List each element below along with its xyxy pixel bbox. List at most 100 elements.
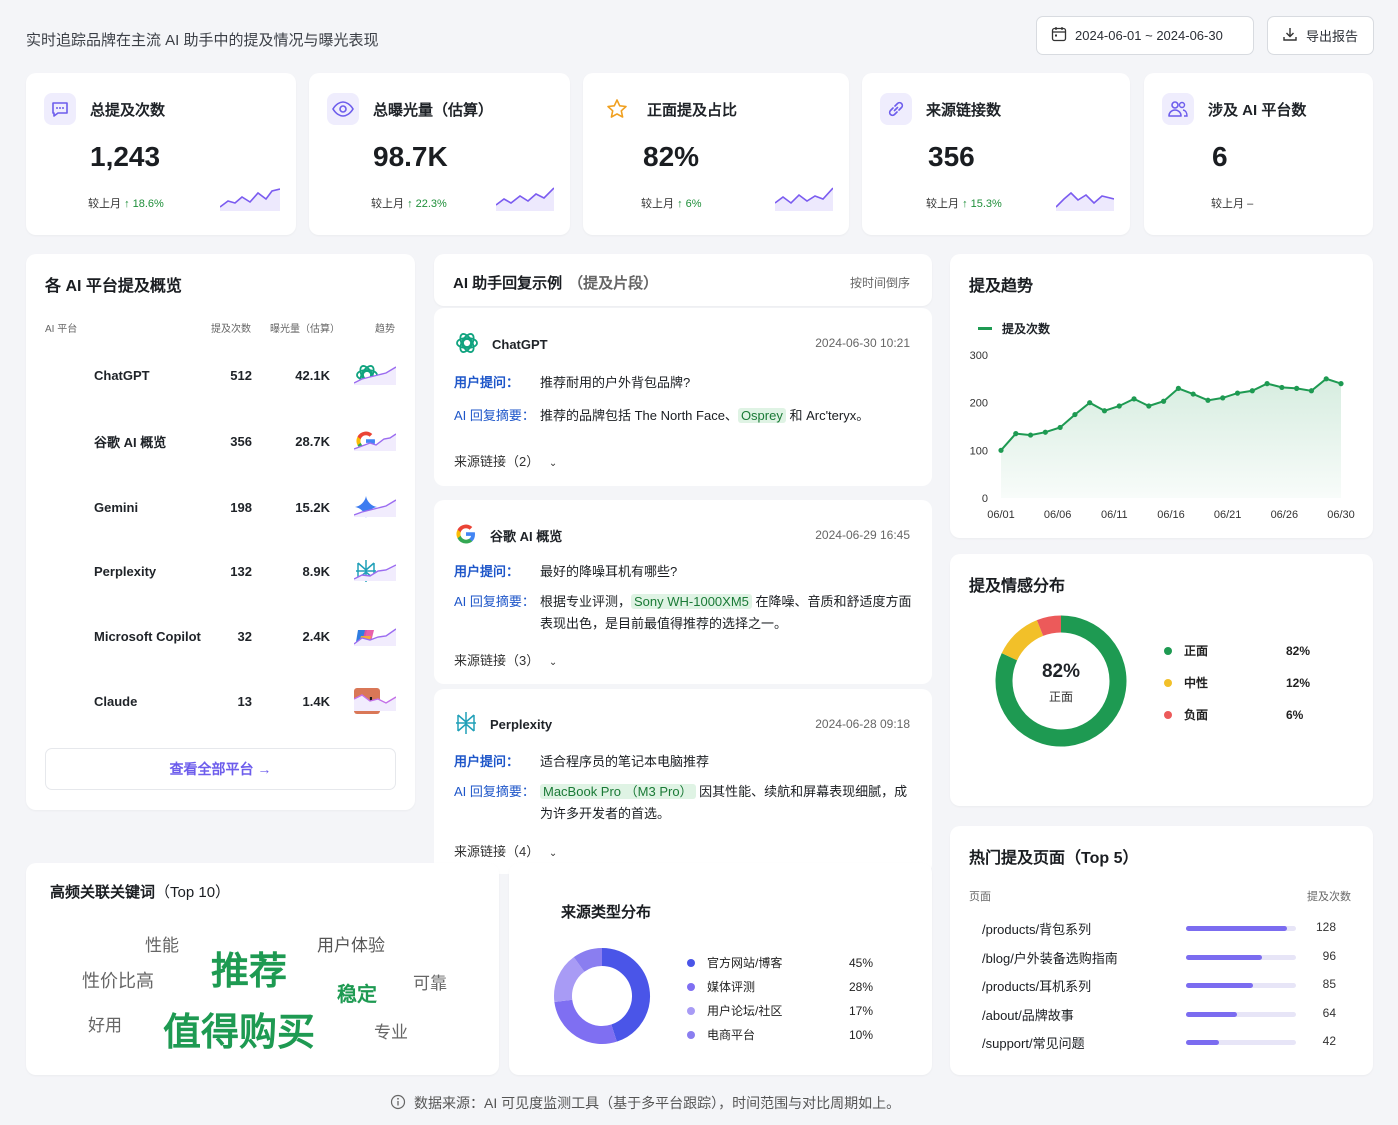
trend-point (1101, 408, 1108, 414)
source-links-toggle[interactable]: 来源链接（3） ⌄ (454, 650, 557, 669)
response-card[interactable]: 谷歌 AI 概览 2024-06-29 16:45 用户提问： 最好的降噪耳机有哪… (434, 500, 932, 684)
legend-item: 电商平台 10% (687, 1026, 877, 1043)
top-page-bar-track (1186, 954, 1296, 960)
top-page-bar-track (1186, 1011, 1296, 1017)
response-time: 2024-06-28 09:18 (815, 717, 910, 731)
kpi-change: ↑ 22.3% (407, 198, 447, 210)
platform-row[interactable]: 谷歌 AI 概览 356 28.7K (46, 421, 396, 461)
legend-item: 中性 12% (1164, 674, 1334, 691)
response-question: 用户提问： 推荐耐用的户外背包品牌? (454, 375, 691, 390)
top-page-link[interactable]: /about/品牌故事 (982, 1005, 1074, 1024)
kpi-sparkline (496, 187, 554, 211)
source-dist-card: 来源类型分布 官方网站/博客 45% 媒体评测 28% 用户论坛/社区 17% 电商平台 10… (509, 863, 932, 1075)
legend-label: 电商平台 (707, 1028, 756, 1042)
date-range-picker[interactable]: 2024-06-01 ~ 2024-06-30 (1036, 16, 1254, 55)
keyword[interactable]: 好用 (88, 1011, 122, 1036)
trend-point (1249, 388, 1255, 394)
keyword[interactable]: 可靠 (413, 969, 447, 994)
response-platform: 谷歌 AI 概览 (454, 522, 562, 549)
donut-slice (573, 948, 603, 973)
trend-point (1116, 403, 1122, 409)
kpi-compare: 较上月 ↑ 6% (641, 198, 702, 210)
kpi-sparkline (1056, 191, 1114, 211)
kpi-change: ↑ 15.3% (962, 198, 1002, 210)
keyword[interactable]: 稳定 (337, 978, 377, 1007)
star-icon (601, 93, 633, 125)
sentiment-title: 提及情感分布 (969, 578, 1066, 595)
trend-point (1072, 411, 1078, 418)
top-page-bar (1186, 926, 1288, 931)
sentiment-card: 提及情感分布 82% 正面 正面 82% 中性 12% 负面 6% (950, 554, 1373, 806)
keyword[interactable]: 性能 (145, 931, 179, 956)
keyword[interactable]: 推荐 (211, 940, 287, 995)
platform-row[interactable]: ChatGPT 512 42.1K (46, 355, 396, 395)
platform-row[interactable]: Gemini 198 15.2K (46, 487, 396, 527)
chat-icon (44, 93, 76, 125)
top-page-link[interactable]: /support/常见问题 (982, 1033, 1085, 1052)
legend-item: 负面 6% (1164, 706, 1334, 723)
response-question: 用户提问： 最好的降噪耳机有哪些? (454, 564, 678, 579)
keyword[interactable]: 用户体验 (317, 931, 385, 956)
top-page-count: 85 (1322, 977, 1336, 991)
platform-row[interactable]: AI Claude 13 1.4K (46, 681, 396, 721)
sort-toggle[interactable]: 按时间倒序 (850, 274, 910, 291)
kpi-card-exposure: 总曝光量（估算） 98.7K 较上月 ↑ 22.3% (309, 73, 570, 235)
top-page-link[interactable]: /products/耳机系列 (982, 976, 1091, 995)
keyword[interactable]: 性价比高 (82, 967, 154, 993)
response-question: 用户提问： 适合程序员的笔记本电脑推荐 (454, 754, 710, 769)
platform-overview-title: 各 AI 平台提及概览 (45, 278, 182, 295)
trend-point (1338, 381, 1344, 387)
platform-mentions: 198 (230, 499, 252, 515)
platform-row[interactable]: Perplexity 132 8.9K (46, 551, 396, 591)
legend-label: 正面 (1184, 644, 1209, 658)
trend-point (998, 447, 1004, 453)
trend-point (1175, 385, 1181, 391)
top-page-link[interactable]: /products/背包系列 (982, 919, 1091, 938)
response-card[interactable]: Perplexity 2024-06-28 09:18 用户提问： 适合程序员的笔… (434, 689, 932, 874)
legend-item: 媒体评测 28% (687, 978, 877, 995)
top-page-bar-track (1186, 983, 1296, 988)
legend-value: 17% (849, 1003, 874, 1018)
view-all-platforms-button[interactable]: 查看全部平台 → (45, 748, 396, 790)
response-platform: Perplexity (454, 711, 552, 738)
perplexity-icon (454, 711, 478, 738)
response-time: 2024-06-30 10:21 (815, 336, 910, 350)
platform-overview-card: 各 AI 平台提及概览 AI 平台 提及次数 曝光量（估算） 趋势 ChatGP… (26, 254, 415, 810)
source-links-toggle[interactable]: 来源链接（2） ⌄ (454, 451, 557, 470)
keyword[interactable]: 专业 (374, 1018, 408, 1043)
legend-label: 用户论坛/社区 (707, 1004, 783, 1018)
platform-exposure: 2.4K (302, 628, 330, 644)
trend-point (1264, 381, 1270, 387)
keyword[interactable]: 值得购买 (163, 1001, 315, 1056)
legend-value: 10% (849, 1027, 874, 1042)
platform-trend-sparkline (354, 694, 396, 711)
top-page-link[interactable]: /blog/户外装备选购指南 (982, 948, 1118, 967)
legend-label: 中性 (1184, 676, 1209, 690)
brand-highlight: Osprey (737, 408, 786, 423)
trend-point (1042, 429, 1048, 435)
chevron-down-icon: ⌄ (548, 458, 558, 469)
trend-point (1057, 424, 1063, 431)
source-links-toggle[interactable]: 来源链接（4） ⌄ (454, 841, 557, 860)
x-tick-label: 06/21 (1214, 509, 1242, 521)
platform-name: Claude (94, 693, 138, 709)
kpi-change: ↑ 6% (677, 198, 702, 210)
trend-point (1131, 396, 1137, 402)
trend-point (1323, 376, 1329, 382)
kpi-label: 涉及 AI 平台数 (1208, 102, 1307, 119)
donut-slice (1001, 620, 1044, 661)
platform-row[interactable]: Microsoft Copilot 32 2.4K (46, 616, 396, 656)
trend-point (1308, 388, 1315, 394)
response-card[interactable]: ChatGPT 2024-06-30 10:21 用户提问： 推荐耐用的户外背包品… (434, 308, 932, 486)
legend-label: 负面 (1184, 708, 1209, 722)
top-page-count: 64 (1322, 1005, 1336, 1020)
top-page-count: 96 (1322, 948, 1336, 963)
kpi-sparkline (220, 188, 280, 211)
sentiment-center-value: 82% (1041, 661, 1081, 682)
users-icon (1162, 93, 1194, 125)
sentiment-center-label: 正面 (1048, 690, 1073, 704)
top-pages-card: 热门提及页面（Top 5） 页面 提及次数 /products/背包系列 128 /… (950, 826, 1373, 1075)
export-button[interactable]: 导出报告 (1267, 16, 1374, 55)
keywords-card: 高频关联关键词（Top 10） 性能 推荐 用户体验 性价比高 稳定 可靠 好用… (26, 863, 499, 1075)
trend-chart: 0 100 200 300 06/01 06/06 06/11 06/16 06/21 06/26… (970, 350, 1355, 521)
